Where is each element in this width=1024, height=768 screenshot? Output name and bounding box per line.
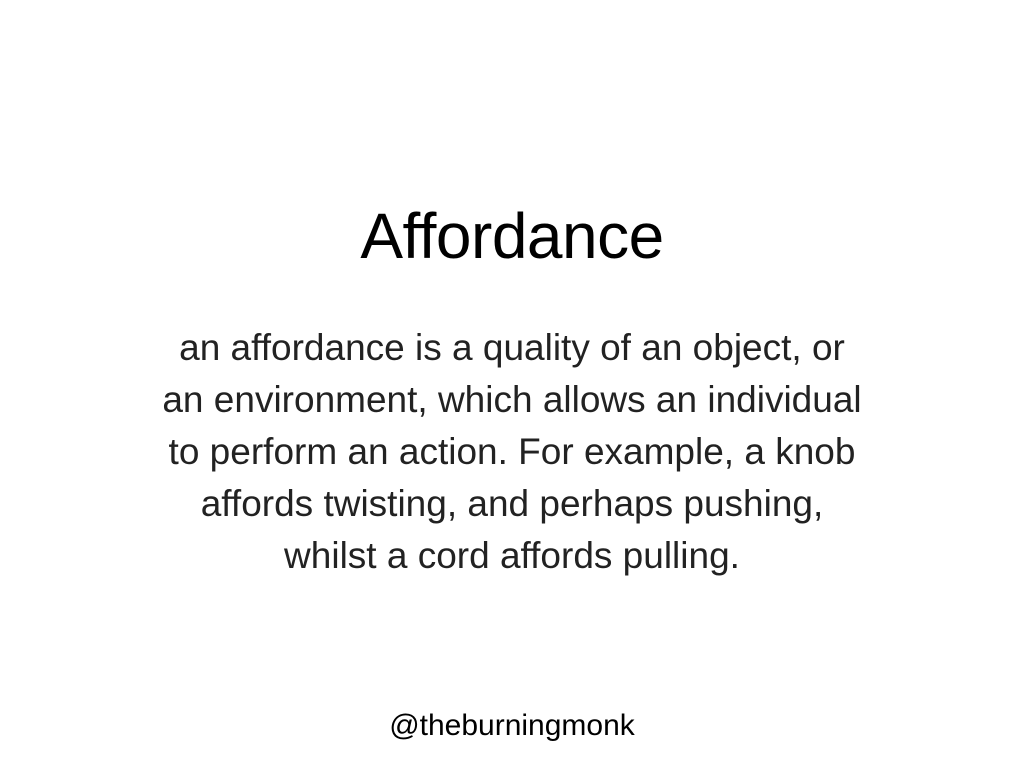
- body-line: whilst a cord affords pulling.: [284, 535, 740, 576]
- body-line: an affordance is a quality of an object,…: [179, 327, 845, 368]
- slide-body: an affordance is a quality of an object,…: [80, 322, 944, 582]
- body-line: affords twisting, and perhaps pushing,: [200, 483, 824, 524]
- body-line: to perform an action. For example, a kno…: [168, 431, 856, 472]
- slide: Affordance an affordance is a quality of…: [0, 0, 1024, 768]
- slide-title: Affordance: [360, 200, 664, 272]
- body-line: an environment, which allows an individu…: [162, 379, 862, 420]
- author-handle: @theburningmonk: [389, 709, 635, 742]
